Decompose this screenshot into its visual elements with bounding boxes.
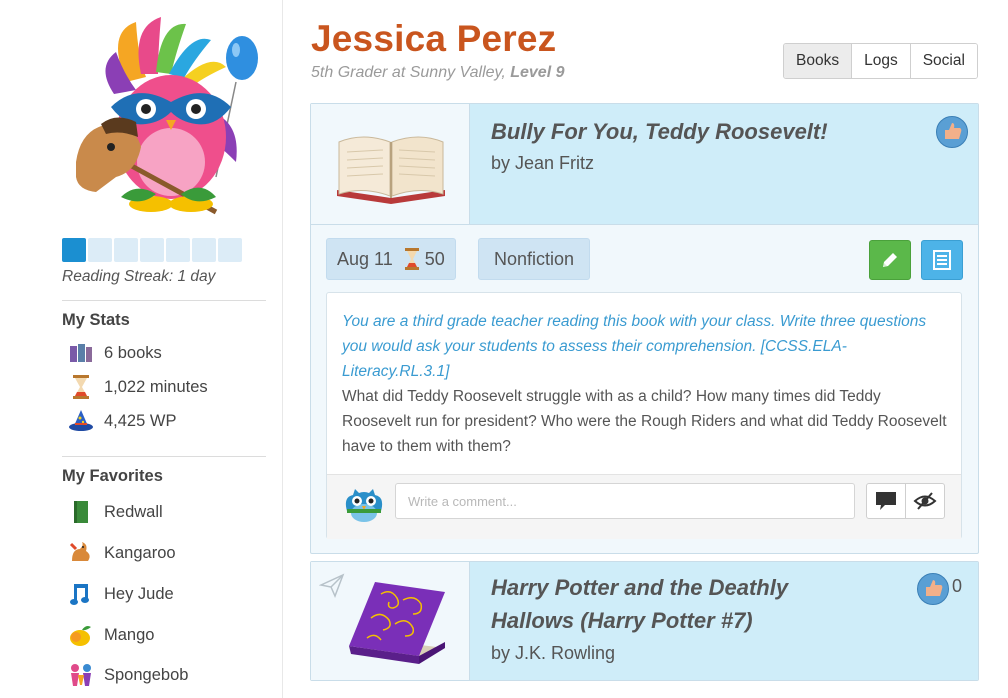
book-card: Harry Potter and the Deathly Hallows (Ha… xyxy=(310,561,979,681)
green-book-icon xyxy=(66,499,96,525)
books-icon xyxy=(66,340,96,366)
reading-log-entry: You are a third grade teacher reading th… xyxy=(326,292,962,539)
book-title[interactable]: Bully For You, Teddy Roosevelt! xyxy=(491,115,828,148)
read-minutes: 50 xyxy=(424,248,445,269)
streak-day xyxy=(218,238,242,262)
owl-avatar-small xyxy=(345,489,383,522)
favorite-item[interactable]: Hey Jude xyxy=(66,581,174,607)
book-cover-cell xyxy=(311,104,470,224)
streak-day xyxy=(140,238,164,262)
favorite-item[interactable]: Spongebob xyxy=(66,662,188,688)
eye-slash-icon xyxy=(913,492,937,510)
kangaroo-icon xyxy=(66,540,96,566)
wizard-hat-icon xyxy=(66,408,96,434)
music-note-icon xyxy=(66,581,96,607)
stat-wp-value: 4,425 WP xyxy=(104,411,177,430)
stat-books: 6 books xyxy=(66,340,162,366)
favorite-label: Hey Jude xyxy=(104,584,174,603)
student-response: What did Teddy Roosevelt struggle with a… xyxy=(342,388,947,455)
comment-bar xyxy=(327,474,961,539)
thumbs-up-icon[interactable] xyxy=(936,116,968,148)
my-stats-title: My Stats xyxy=(62,311,130,329)
open-book-cover[interactable] xyxy=(333,124,449,206)
stat-minutes-value: 1,022 minutes xyxy=(104,377,208,396)
student-subtitle: 5th Grader at Sunny Valley, Level 9 xyxy=(311,64,564,82)
reading-log-button[interactable] xyxy=(921,240,963,280)
student-level: Level 9 xyxy=(510,64,565,81)
tab-logs[interactable]: Logs xyxy=(851,44,910,78)
streak-day xyxy=(166,238,190,262)
stat-wp: 4,425 WP xyxy=(66,408,176,434)
student-name: Jessica Perez xyxy=(311,18,557,59)
favorite-label: Spongebob xyxy=(104,665,189,684)
hourglass-icon xyxy=(66,374,96,400)
spongebob-icon xyxy=(66,662,96,688)
divider xyxy=(62,300,266,301)
owl-avatar[interactable] xyxy=(66,12,266,222)
streak-day xyxy=(114,238,138,262)
book-card-header: Bully For You, Teddy Roosevelt! by Jean … xyxy=(311,104,978,225)
reading-streak-label: Reading Streak: 1 day xyxy=(62,268,216,285)
comment-input[interactable] xyxy=(395,483,855,519)
hourglass-icon xyxy=(404,248,419,270)
favorite-label: Mango xyxy=(104,625,155,644)
read-date: Aug 11 xyxy=(337,248,393,269)
purple-book-cover[interactable] xyxy=(341,574,449,666)
speech-bubble-icon xyxy=(876,492,896,510)
stat-minutes: 1,022 minutes xyxy=(66,374,208,400)
like-count: 0 xyxy=(952,576,963,596)
book-info: Bully For You, Teddy Roosevelt! by Jean … xyxy=(470,104,978,224)
book-title-line2[interactable]: Hallows (Harry Potter #7) xyxy=(491,604,753,637)
book-author: by J.K. Rowling xyxy=(491,643,616,663)
book-author: by Jean Fritz xyxy=(491,153,595,173)
view-tabs: Books Logs Social xyxy=(783,43,978,79)
book-info: Harry Potter and the Deathly Hallows (Ha… xyxy=(470,562,978,680)
streak-day xyxy=(88,238,112,262)
visibility-toggle-button[interactable] xyxy=(905,484,944,518)
book-cover-cell xyxy=(311,562,470,680)
sidebar: Reading Streak: 1 day My Stats 6 books 1… xyxy=(0,0,283,698)
book-card: Bully For You, Teddy Roosevelt! by Jean … xyxy=(310,103,979,554)
pencil-icon xyxy=(883,253,897,267)
mango-icon xyxy=(66,622,96,648)
tab-social[interactable]: Social xyxy=(909,44,977,78)
my-favorites-title: My Favorites xyxy=(62,467,163,485)
genre-badge: Nonfiction xyxy=(478,238,591,280)
edit-button[interactable] xyxy=(869,240,911,280)
assignment-prompt: You are a third grade teacher reading th… xyxy=(342,313,927,380)
post-comment-button[interactable] xyxy=(867,484,905,518)
reading-streak-bar xyxy=(62,238,242,262)
stat-books-value: 6 books xyxy=(104,343,162,362)
divider xyxy=(62,456,266,457)
favorite-label: Redwall xyxy=(104,502,163,521)
streak-day-filled xyxy=(62,238,86,262)
favorite-item[interactable]: Redwall xyxy=(66,499,163,525)
thumbs-up-icon[interactable] xyxy=(917,573,949,605)
favorite-label: Kangaroo xyxy=(104,543,176,562)
read-date-minutes: Aug 11 50 xyxy=(326,238,456,280)
book-title-line1[interactable]: Harry Potter and the Deathly xyxy=(491,571,788,604)
student-school: 5th Grader at Sunny Valley, xyxy=(311,64,511,81)
favorite-item[interactable]: Mango xyxy=(66,622,154,648)
favorite-item[interactable]: Kangaroo xyxy=(66,540,176,566)
comment-actions xyxy=(866,483,945,519)
streak-day xyxy=(192,238,216,262)
tab-books[interactable]: Books xyxy=(784,44,852,78)
document-list-icon xyxy=(933,250,951,270)
